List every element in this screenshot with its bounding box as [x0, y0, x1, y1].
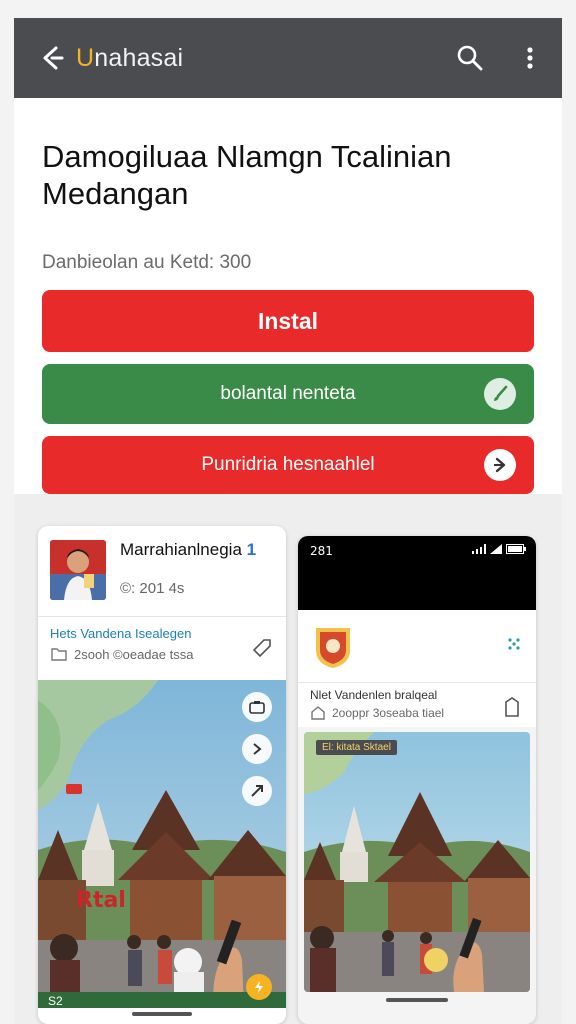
home-indicator — [386, 998, 448, 1002]
profile-mark: 1 — [246, 540, 257, 559]
screenshot-card[interactable]: Marrahianlnegia 1 ©: 201 4s Hets Vandena… — [38, 526, 286, 1024]
screenshot-gallery[interactable]: Marrahianlnegia 1 ©: 201 4s Hets Vandena… — [14, 494, 562, 1024]
app-logo — [312, 624, 354, 668]
install-button[interactable]: Instal — [42, 290, 534, 352]
wifi-icon — [490, 544, 502, 554]
camera-icon[interactable] — [242, 692, 272, 722]
post-meta-text: 2sooh ©oeadae tssa — [74, 646, 194, 662]
battery-icon — [506, 544, 526, 554]
post-title[interactable]: Nlet Vandenlen bralqeal — [310, 688, 437, 702]
map-pin-icon — [66, 784, 82, 794]
divider — [38, 616, 286, 617]
post-meta-text: 2ooppr 3oseaba tiael — [332, 706, 445, 720]
search-icon[interactable] — [454, 42, 486, 74]
app-title-initial: U — [76, 44, 95, 72]
app-title-rest: nahasai — [94, 44, 184, 72]
signal-icon — [472, 544, 486, 554]
post-meta: 2sooh ©oeadae tssa — [50, 646, 193, 662]
post-title[interactable]: Hets Vandena Isealegen — [50, 626, 191, 641]
screenshot-image: Rtal S2 — [38, 680, 286, 1008]
lightning-icon[interactable] — [246, 974, 272, 1000]
status-bar: 281 — [298, 536, 536, 610]
brand-mark: Rtal — [76, 888, 126, 913]
secondary-action-button[interactable]: bolantal nenteta — [42, 364, 534, 424]
grid-icon[interactable] — [506, 636, 522, 657]
secondary-action-label: bolantal nenteta — [220, 383, 356, 404]
app-details: Damogiluaa Nlamgn Tcalinian Medangan Dan… — [14, 98, 562, 494]
more-vert-icon[interactable] — [518, 42, 542, 74]
page-title: Damogiluaa Nlamgn Tcalinian Medangan — [42, 139, 452, 211]
app-frame: Unahasai Damogiluaa Nlamgn Tcalinian Med… — [14, 18, 562, 1024]
screenshot-card[interactable]: 281 Nlet Vandenlen bralqeal 2ooppr 3osea… — [298, 536, 536, 1024]
app-bar: Unahasai — [14, 18, 562, 98]
screenshot-image: El: kitata Sktael — [304, 732, 530, 992]
avatar — [50, 540, 106, 600]
card-footer-label: S2 — [48, 994, 63, 1008]
profile-name: Marrahianlnegia 1 — [120, 540, 256, 560]
status-icons — [472, 544, 526, 554]
brush-icon — [484, 378, 516, 410]
tertiary-action-button[interactable]: Punridria hesnaahlel — [42, 436, 534, 494]
profile-name-text: Marrahianlnegia — [120, 540, 242, 559]
forward-icon[interactable] — [242, 734, 272, 764]
app-subinfo: Danbieolan au Ketd: 300 — [42, 252, 252, 273]
bookmark-icon[interactable] — [502, 696, 522, 723]
home-icon — [311, 706, 325, 720]
share-icon[interactable] — [242, 776, 272, 806]
tertiary-action-label: Punridria hesnaahlel — [201, 454, 375, 475]
profile-meta: ©: 201 4s — [120, 580, 185, 597]
arrow-right-icon — [484, 449, 516, 481]
install-button-label: Instal — [257, 307, 319, 334]
app-title: Unahasai — [76, 44, 183, 73]
home-indicator — [132, 1012, 192, 1016]
folder-icon — [51, 648, 67, 661]
back-arrow-icon[interactable] — [36, 42, 68, 74]
location-tag: El: kitata Sktael — [316, 740, 397, 755]
status-time: 281 — [310, 544, 333, 558]
post-meta: 2ooppr 3oseaba tiael — [310, 706, 444, 720]
tag-icon[interactable] — [250, 636, 274, 665]
